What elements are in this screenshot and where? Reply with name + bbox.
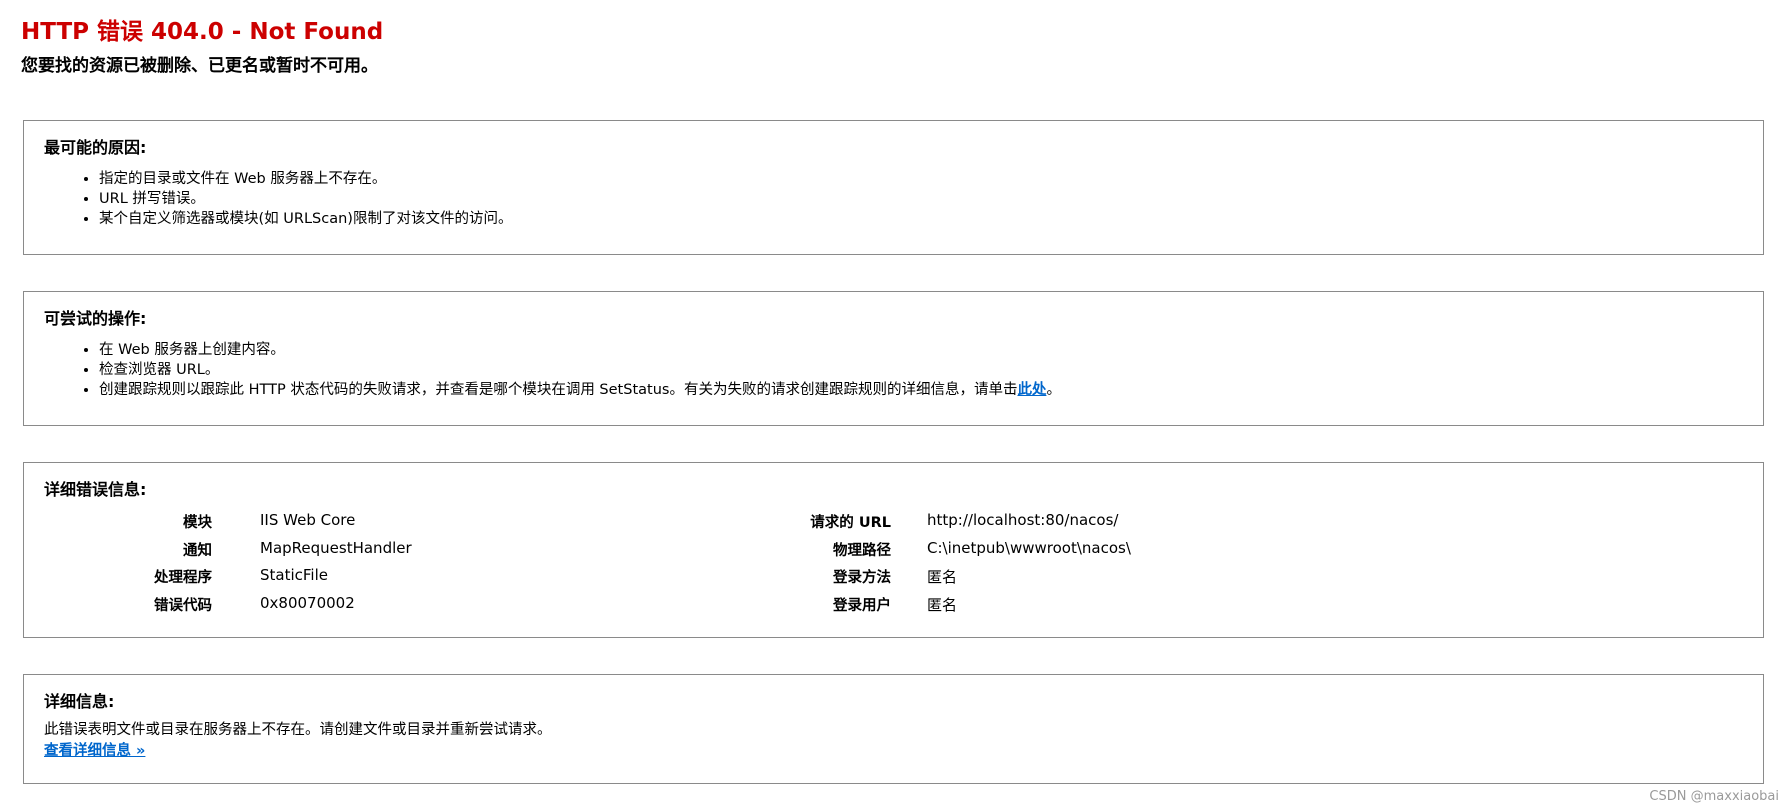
more-info-panel: 详细信息: 此错误表明文件或目录在服务器上不存在。请创建文件或目录并重新尝试请求… <box>23 674 1764 784</box>
here-link[interactable]: 此处 <box>1017 382 1046 398</box>
view-more-info-link[interactable]: 查看详细信息 » <box>44 743 145 759</box>
list-item: 在 Web 服务器上创建内容。 <box>99 340 1061 360</box>
table-row: 错误代码 0x80070002 登录用户 匿名 <box>44 594 1544 616</box>
handler-value: StaticFile <box>260 566 328 584</box>
error-code-value: 0x80070002 <box>260 594 355 612</box>
causes-list: 指定的目录或文件在 Web 服务器上不存在。 URL 拼写错误。 某个自定义筛选… <box>44 169 512 229</box>
list-item: URL 拼写错误。 <box>99 189 512 209</box>
notification-value: MapRequestHandler <box>260 539 412 557</box>
actions-list: 在 Web 服务器上创建内容。 检查浏览器 URL。 创建跟踪规则以跟踪此 HT… <box>44 340 1061 400</box>
actions-panel: 可尝试的操作: 在 Web 服务器上创建内容。 检查浏览器 URL。 创建跟踪规… <box>23 291 1764 426</box>
watermark: CSDN @maxxiaobai <box>1649 789 1779 804</box>
list-item: 某个自定义筛选器或模块(如 URLScan)限制了对该文件的访问。 <box>99 209 512 229</box>
details-heading: 详细错误信息: <box>44 480 147 499</box>
more-info-text: 此错误表明文件或目录在服务器上不存在。请创建文件或目录并重新尝试请求。 <box>44 722 552 738</box>
more-info-heading: 详细信息: <box>44 692 115 711</box>
request-url-label: 请求的 URL <box>810 515 891 531</box>
error-subtitle: 您要找的资源已被删除、已更名或暂时不可用。 <box>21 56 378 76</box>
module-label: 模块 <box>183 515 212 531</box>
logon-user-label: 登录用户 <box>833 598 891 614</box>
causes-panel: 最可能的原因: 指定的目录或文件在 Web 服务器上不存在。 URL 拼写错误。… <box>23 120 1764 255</box>
module-value: IIS Web Core <box>260 511 356 529</box>
notification-label: 通知 <box>183 543 212 559</box>
table-row: 模块 IIS Web Core 请求的 URL http://localhost… <box>44 511 1544 533</box>
logon-user-value: 匿名 <box>927 596 958 614</box>
details-panel: 详细错误信息: 模块 IIS Web Core 请求的 URL http://l… <box>23 462 1764 638</box>
error-header: HTTP 错误 404.0 - Not Found 您要找的资源已被删除、已更名… <box>0 0 1791 78</box>
logon-method-value: 匿名 <box>927 568 958 586</box>
physical-path-value: C:\inetpub\wwwroot\nacos\ <box>927 539 1131 557</box>
handler-label: 处理程序 <box>154 570 212 586</box>
table-row: 处理程序 StaticFile 登录方法 匿名 <box>44 566 1544 588</box>
request-url-value: http://localhost:80/nacos/ <box>927 511 1119 529</box>
trace-rule-text: 创建跟踪规则以跟踪此 HTTP 状态代码的失败请求，并查看是哪个模块在调用 Se… <box>99 382 1018 398</box>
table-row: 通知 MapRequestHandler 物理路径 C:\inetpub\www… <box>44 539 1544 561</box>
period-text: 。 <box>1046 382 1061 398</box>
more-info-body: 此错误表明文件或目录在服务器上不存在。请创建文件或目录并重新尝试请求。 查看详细… <box>44 720 552 762</box>
actions-heading: 可尝试的操作: <box>44 309 147 328</box>
causes-heading: 最可能的原因: <box>44 138 147 157</box>
error-title: HTTP 错误 404.0 - Not Found <box>21 19 384 45</box>
logon-method-label: 登录方法 <box>833 570 891 586</box>
list-item: 创建跟踪规则以跟踪此 HTTP 状态代码的失败请求，并查看是哪个模块在调用 Se… <box>99 380 1061 400</box>
error-code-label: 错误代码 <box>154 598 212 614</box>
list-item: 检查浏览器 URL。 <box>99 360 1061 380</box>
list-item: 指定的目录或文件在 Web 服务器上不存在。 <box>99 169 512 189</box>
physical-path-label: 物理路径 <box>833 543 891 559</box>
